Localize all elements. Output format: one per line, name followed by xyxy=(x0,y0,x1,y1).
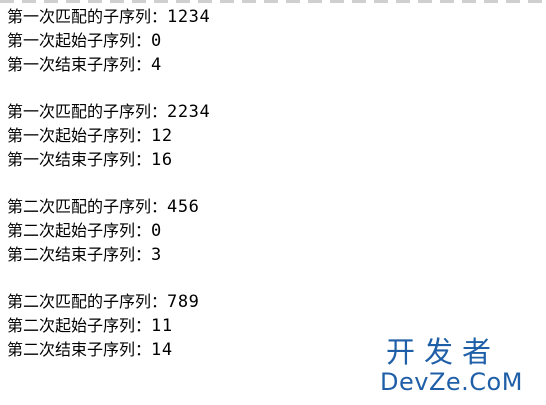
line-label: 第一次起始子序列： xyxy=(7,31,152,50)
line-label: 第一次起始子序列： xyxy=(7,126,152,145)
line-value: 3 xyxy=(151,245,162,265)
line-value: 1234 xyxy=(167,7,211,27)
line-label: 第二次结束子序列： xyxy=(7,245,152,264)
output-line: 第一次结束子序列：4 xyxy=(7,53,546,77)
line-value: 0 xyxy=(151,221,162,241)
line-value: 4 xyxy=(151,55,162,75)
output-block-2: 第一次匹配的子序列：2234 第一次起始子序列：12 第一次结束子序列：16 xyxy=(7,100,546,172)
line-label: 第二次起始子序列： xyxy=(7,221,152,240)
watermark-english-text: DevZe.CoM xyxy=(380,368,523,396)
output-line: 第一次匹配的子序列：1234 xyxy=(7,5,546,29)
output-block-1: 第一次匹配的子序列：1234 第一次起始子序列：0 第一次结束子序列：4 xyxy=(7,5,546,77)
line-value: 0 xyxy=(151,31,162,51)
line-value: 12 xyxy=(151,126,173,146)
output-line: 第一次结束子序列：16 xyxy=(7,148,546,172)
line-value: 16 xyxy=(151,150,173,170)
line-label: 第一次结束子序列： xyxy=(7,55,152,74)
line-label: 第二次匹配的子序列： xyxy=(7,197,168,216)
site-watermark-logo: 开发者 DevZe.CoM xyxy=(380,337,540,401)
line-label: 第一次结束子序列： xyxy=(7,150,152,169)
output-line: 第一次起始子序列：0 xyxy=(7,29,546,53)
output-line: 第二次匹配的子序列：789 xyxy=(7,290,546,314)
output-line: 第二次匹配的子序列：456 xyxy=(7,195,546,219)
output-line: 第一次起始子序列：12 xyxy=(7,124,546,148)
line-value: 2234 xyxy=(167,102,211,122)
line-label: 第一次匹配的子序列： xyxy=(7,7,168,26)
line-value: 11 xyxy=(151,316,173,336)
line-value: 14 xyxy=(151,340,173,360)
line-label: 第二次结束子序列： xyxy=(7,340,152,359)
line-label: 第二次匹配的子序列： xyxy=(7,292,168,311)
line-value: 456 xyxy=(167,197,200,217)
output-line: 第二次起始子序列：0 xyxy=(7,219,546,243)
output-block-3: 第二次匹配的子序列：456 第二次起始子序列：0 第二次结束子序列：3 xyxy=(7,195,546,267)
watermark-chinese-text: 开发者 xyxy=(386,335,501,369)
output-line: 第一次匹配的子序列：2234 xyxy=(7,100,546,124)
output-line: 第二次结束子序列：3 xyxy=(7,243,546,267)
line-value: 789 xyxy=(167,292,200,312)
line-label: 第一次匹配的子序列： xyxy=(7,102,168,121)
line-label: 第二次起始子序列： xyxy=(7,316,152,335)
top-edge-divider xyxy=(0,0,546,3)
